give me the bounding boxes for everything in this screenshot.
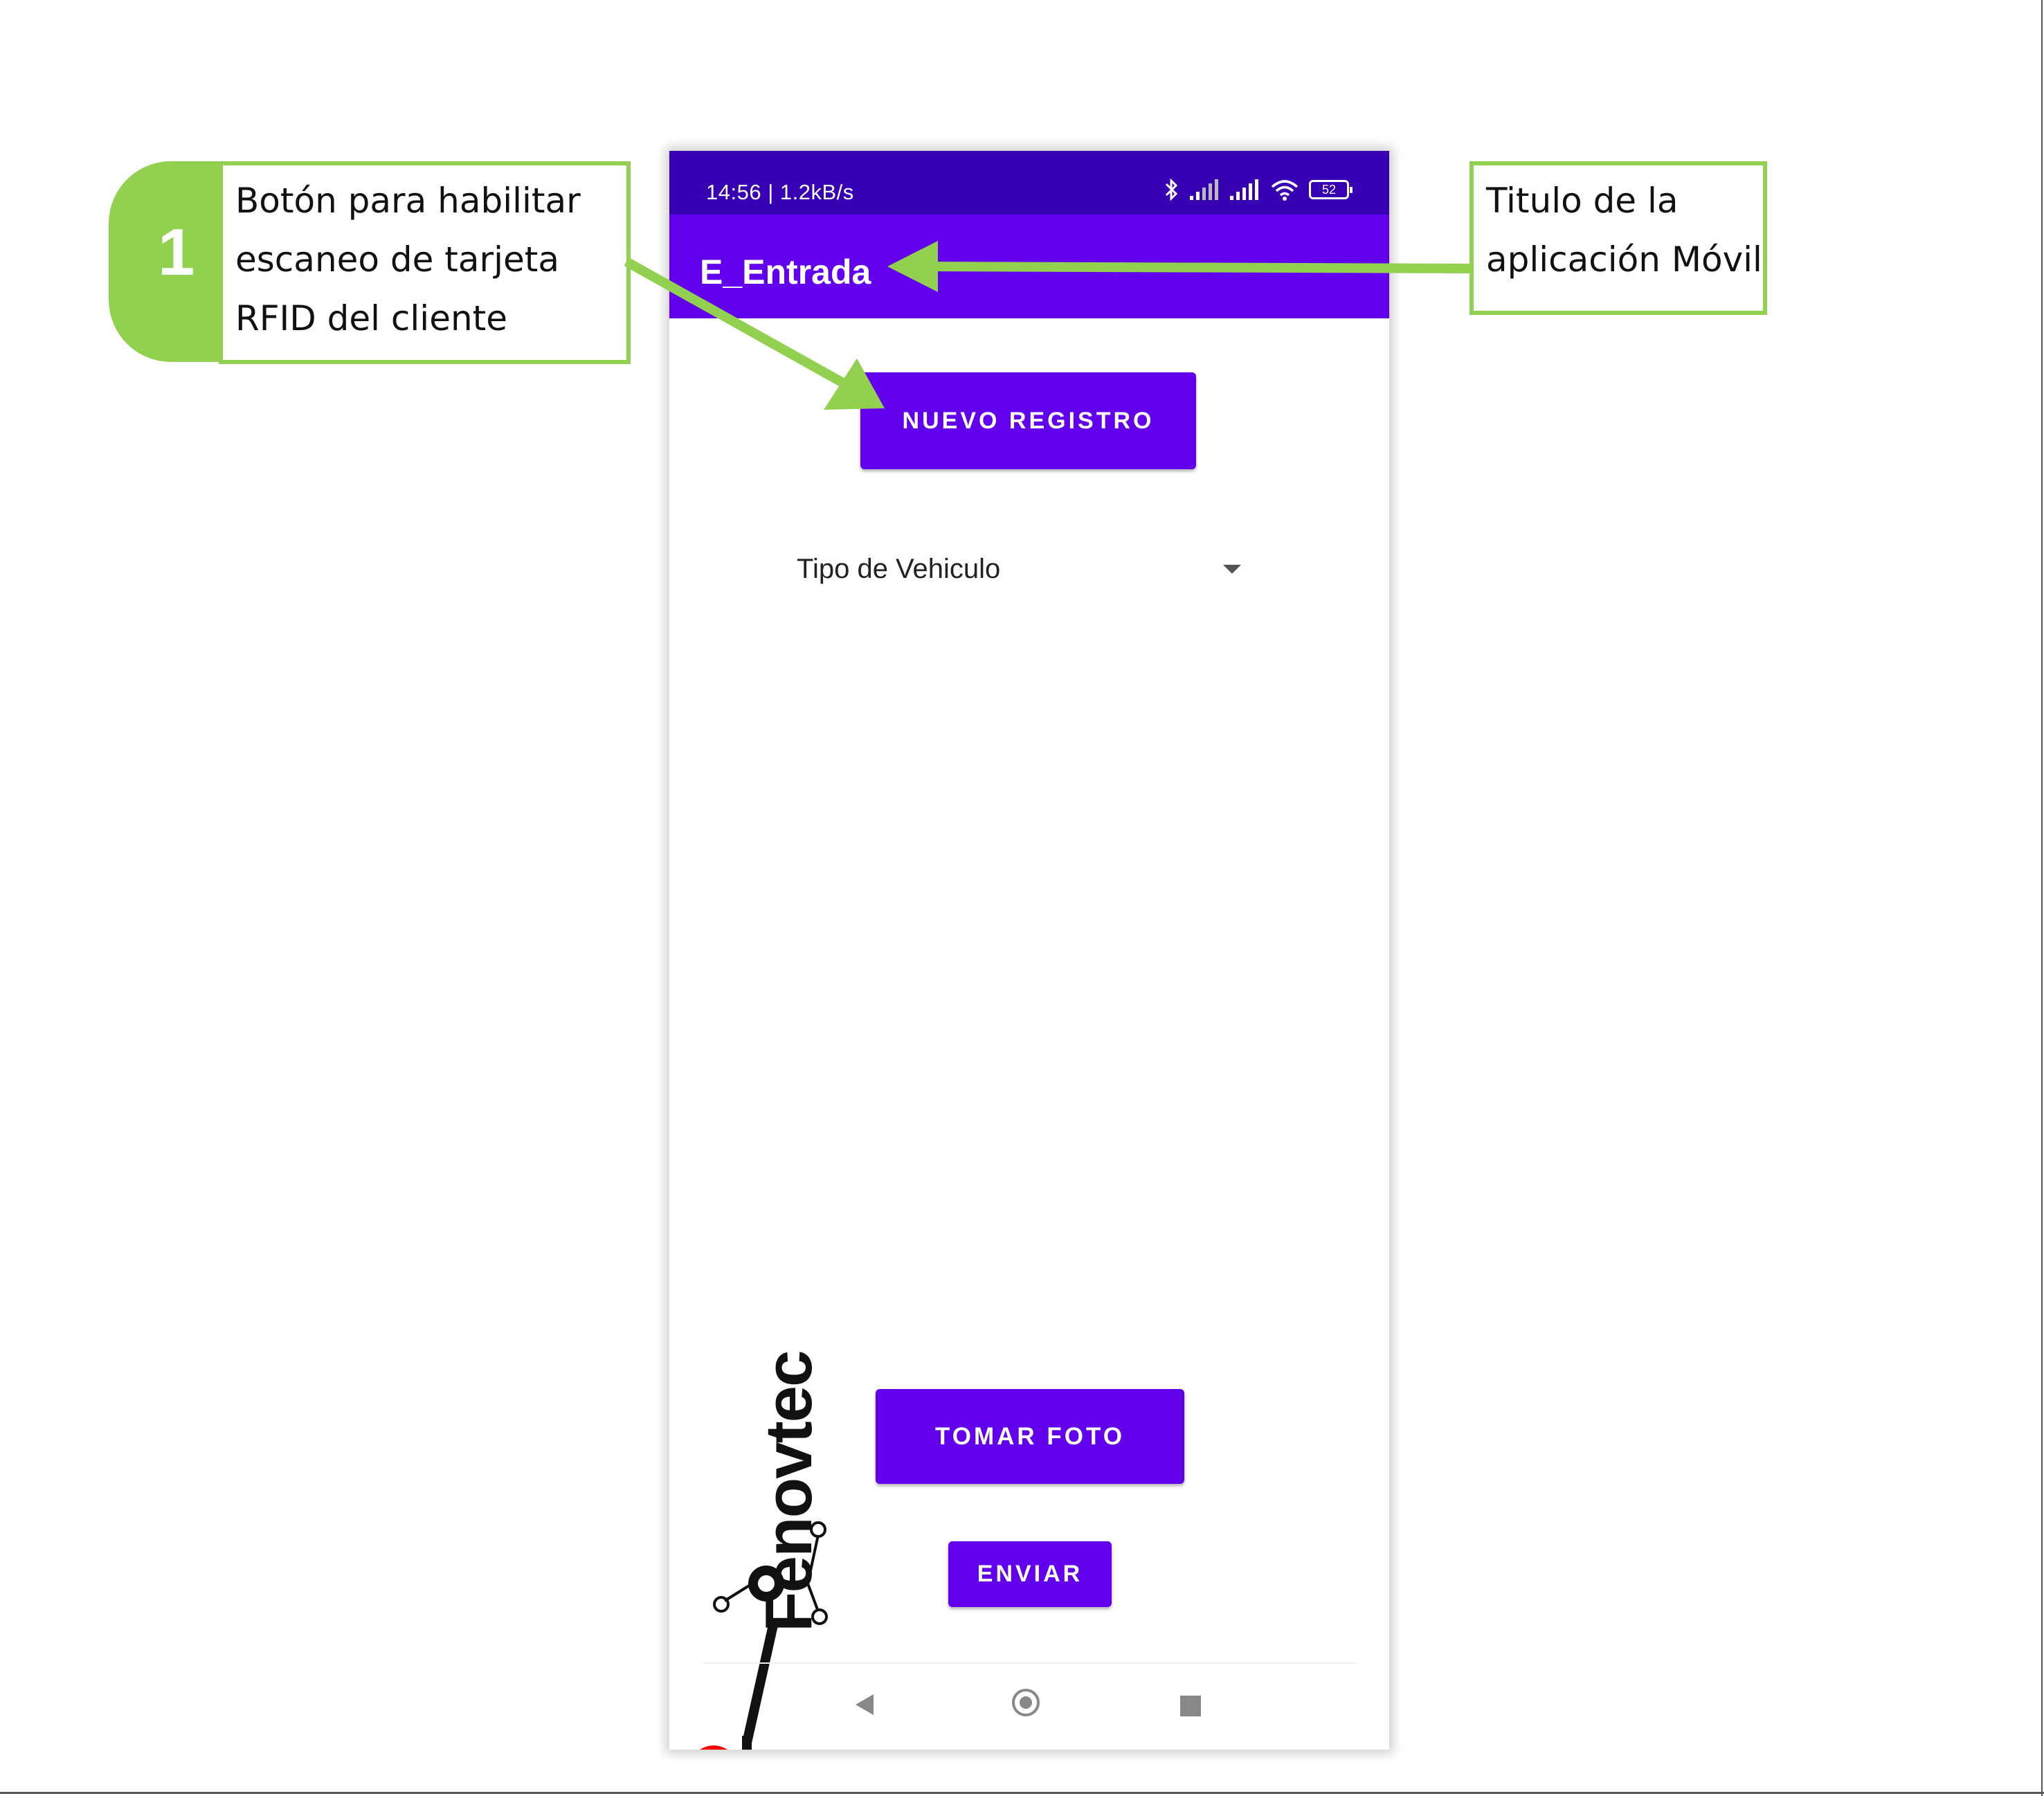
app-title: E_Entrada — [700, 253, 871, 291]
nuevo-registro-button[interactable]: NUEVO REGISTRO — [860, 372, 1196, 469]
tomar-foto-button[interactable]: TOMAR FOTO — [876, 1389, 1184, 1484]
phone-screenshot: 14:56 | 1.2kB/s 52 E_Entrada NUEVO REGIS… — [669, 151, 1389, 1750]
signal-strong-icon — [1230, 179, 1258, 200]
callout-line: RFID del cliente — [235, 298, 508, 338]
step-number: 1 — [158, 215, 195, 289]
app-bar: E_Entrada — [669, 215, 1389, 318]
callout-line: Titulo de la — [1486, 181, 1679, 221]
status-bar: 14:56 | 1.2kB/s 52 — [669, 151, 1389, 215]
battery-icon: 52 — [1309, 180, 1353, 199]
callout-app-title: Titulo de la aplicación Móvil — [1469, 161, 1767, 315]
back-icon[interactable] — [853, 1693, 876, 1716]
spinner-label: Tipo de Vehiculo — [797, 554, 1001, 584]
page-edge-right — [2041, 0, 2043, 1796]
dropdown-arrow-icon — [1223, 565, 1241, 574]
status-icons: 52 — [1164, 179, 1353, 201]
home-icon[interactable] — [1012, 1689, 1040, 1716]
page-edge-bottom — [0, 1792, 2044, 1794]
signal-weak-icon — [1190, 179, 1218, 200]
nav-bar-divider — [703, 1662, 1356, 1664]
callout-line: Botón para habilitar — [235, 181, 581, 221]
enviar-button[interactable]: ENVIAR — [948, 1541, 1112, 1607]
bluetooth-icon — [1165, 179, 1178, 201]
company-logo: Fenovtec — [683, 1258, 842, 1750]
battery-level: 52 — [1321, 182, 1337, 197]
logo-text: Fenovtec — [752, 1351, 826, 1632]
status-time-speed: 14:56 | 1.2kB/s — [706, 180, 854, 204]
callout-nuevo-registro: Botón para habilitar escaneo de tarjeta … — [219, 161, 631, 364]
callout-line: aplicación Móvil — [1486, 239, 1762, 280]
wifi-icon — [1271, 180, 1299, 201]
recents-icon[interactable] — [1180, 1696, 1201, 1716]
callout-line: escaneo de tarjeta — [235, 239, 559, 280]
